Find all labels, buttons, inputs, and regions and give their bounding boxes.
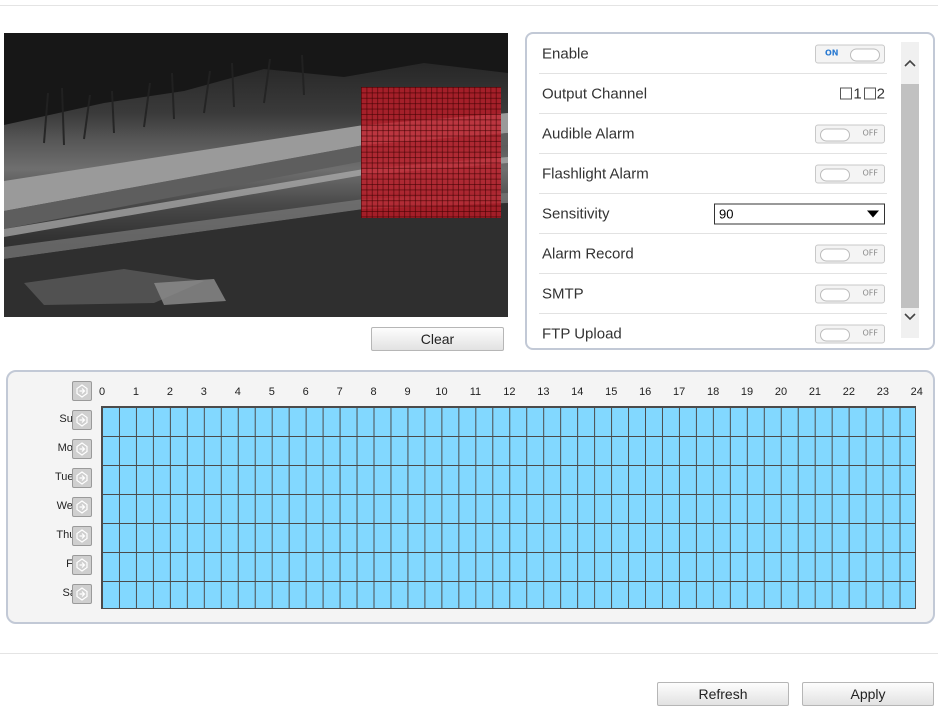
refresh-button[interactable]: Refresh [657,682,789,706]
hour-label: 24 [910,386,923,398]
scrollbar-thumb[interactable] [901,84,919,308]
hour-label: 13 [537,386,550,398]
enable-row: Enable ON [539,34,887,74]
weekly-schedule: 0 1 2 3 4 5 6 7 8 9 10 11 12 13 14 15 16 17 18 19 20 21 22 23 24… [6,370,935,624]
hour-label: 1 [132,386,139,398]
select-all-icon[interactable] [72,381,92,401]
audible-alarm-label: Audible Alarm [542,125,635,142]
alarm-record-label: Alarm Record [542,245,634,262]
flashlight-alarm-row: Flashlight Alarm OFF [539,154,887,194]
copy-day-icon[interactable] [72,468,92,488]
ftp-upload-label: FTP Upload [542,325,622,342]
toggle-knob [820,128,850,141]
sensitivity-label: Sensitivity [542,205,610,222]
hour-label: 5 [268,386,275,398]
hour-label: 21 [808,386,822,398]
copy-day-icon[interactable] [72,584,92,604]
hour-label: 18 [706,386,720,398]
audible-alarm-toggle[interactable]: OFF [815,124,885,143]
alarm-record-toggle-state: OFF [862,248,879,257]
output-channel-label: Output Channel [542,85,648,102]
enable-label: Enable [542,45,589,62]
ftp-upload-toggle[interactable]: OFF [815,324,885,343]
channel-2-checkbox[interactable] [863,87,876,100]
output-channel-row: Output Channel 1 2 [539,74,887,114]
panel-scrollbar[interactable] [901,42,919,338]
toggle-knob [820,288,850,301]
hour-label: 7 [336,386,343,398]
hour-label: 11 [469,386,482,398]
smtp-toggle-state: OFF [862,288,879,297]
hour-label: 3 [200,386,207,398]
alarm-settings-panel: Enable ON Output Channel 1 2 Audible Ala… [525,32,935,350]
audible-alarm-row: Audible Alarm OFF [539,114,887,154]
flashlight-alarm-label: Flashlight Alarm [542,165,649,182]
sensitivity-value: 90 [719,206,734,221]
alarm-record-toggle[interactable]: OFF [815,244,885,263]
hour-label: 17 [673,386,686,398]
footer-divider [0,653,938,654]
copy-day-icon[interactable] [72,410,92,430]
hour-label: 14 [571,386,584,398]
hour-label: 9 [404,386,411,398]
channel-1-checkbox[interactable] [840,87,853,100]
hour-label: 19 [740,386,754,398]
hour-label: 20 [774,386,788,398]
copy-day-icon[interactable] [72,439,92,459]
hour-label: 2 [166,386,173,398]
copy-day-icon[interactable] [72,526,92,546]
alarm-record-row: Alarm Record OFF [539,234,887,274]
detection-zone[interactable] [361,87,501,218]
top-divider [0,5,938,6]
smtp-toggle[interactable]: OFF [815,284,885,303]
chevron-up-icon[interactable] [901,54,919,72]
hour-label: 6 [302,386,309,398]
hour-label: 15 [605,386,618,398]
hour-label: 16 [639,386,652,398]
toggle-knob [820,328,850,341]
copy-day-icon[interactable] [72,555,92,575]
hour-label: 22 [842,386,856,398]
thermal-video-preview[interactable] [4,33,508,317]
smtp-row: SMTP OFF [539,274,887,314]
flashlight-alarm-toggle[interactable]: OFF [815,164,885,183]
copy-day-icon[interactable] [72,497,92,517]
sensitivity-row: Sensitivity 90 [539,194,887,234]
dropdown-arrow-icon [867,210,879,217]
audible-alarm-toggle-state: OFF [862,128,879,137]
hour-label: 12 [503,386,516,398]
hour-label: 8 [370,386,377,398]
sensitivity-select[interactable]: 90 [714,203,885,224]
output-channel-checkboxes: 1 2 [840,85,885,102]
enable-toggle-state: ON [825,48,839,57]
schedule-grid[interactable] [101,406,916,609]
hour-label: 0 [98,386,106,398]
smtp-label: SMTP [542,285,584,302]
enable-toggle[interactable]: ON [815,44,885,63]
hour-label: 10 [435,386,448,398]
toggle-knob [820,168,850,181]
ftp-upload-toggle-state: OFF [862,328,879,337]
hour-label: 23 [876,386,889,398]
channel-2-label: 2 [876,85,885,102]
flashlight-alarm-toggle-state: OFF [862,168,879,177]
apply-button[interactable]: Apply [802,682,934,706]
toggle-knob [820,248,850,261]
clear-button[interactable]: Clear [371,327,504,351]
toggle-knob [850,48,880,61]
ftp-upload-row: FTP Upload OFF [539,314,887,348]
chevron-down-icon[interactable] [901,308,919,326]
hour-label: 4 [234,386,241,398]
channel-1-label: 1 [853,85,862,102]
